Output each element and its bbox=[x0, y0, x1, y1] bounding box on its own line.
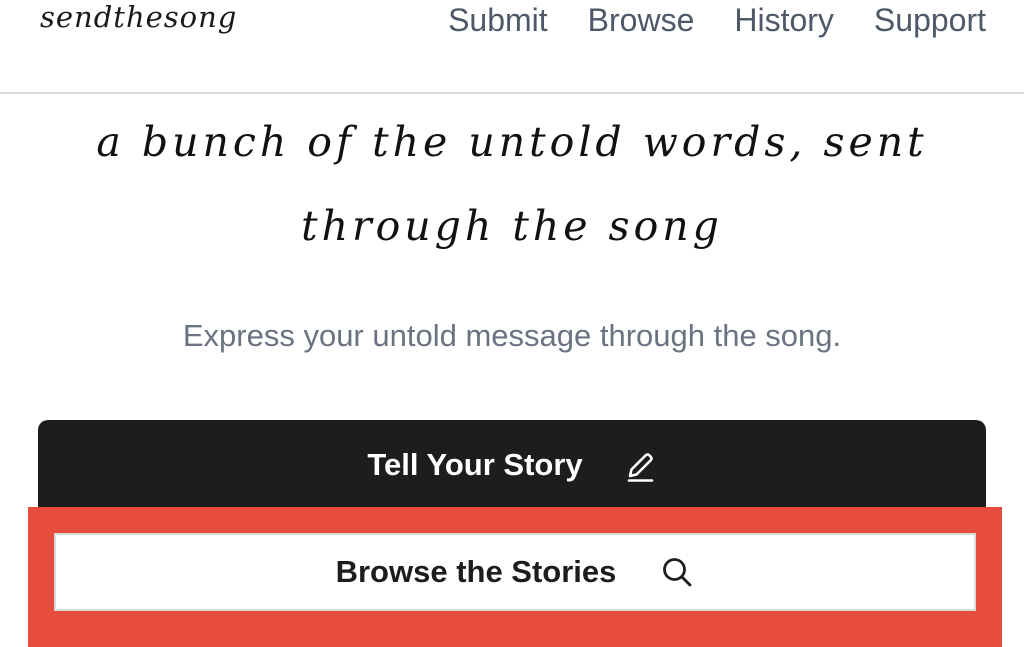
browse-stories-label: Browse the Stories bbox=[335, 554, 617, 589]
tell-your-story-button[interactable]: Tell Your Story bbox=[38, 420, 986, 516]
nav-link-history[interactable]: History bbox=[734, 2, 834, 39]
tell-your-story-label: Tell Your Story bbox=[367, 447, 583, 482]
tagline-line-2: through the song bbox=[301, 202, 723, 250]
nav-link-support[interactable]: Support bbox=[874, 2, 986, 39]
main-nav: Submit Browse History Support bbox=[448, 2, 986, 39]
tagline-line-1: a bunch of the untold words, sent bbox=[96, 118, 928, 166]
hero-subtitle: Express your untold message through the … bbox=[182, 318, 842, 353]
site-logo[interactable]: sendthesong bbox=[40, 0, 237, 34]
nav-link-browse[interactable]: Browse bbox=[588, 2, 695, 39]
pencil-icon bbox=[627, 453, 653, 482]
hero-tagline: a bunch of the untold words, sent throug… bbox=[0, 100, 1024, 268]
search-icon bbox=[663, 558, 692, 587]
browse-stories-button[interactable]: Browse the Stories bbox=[54, 533, 976, 611]
site-header: sendthesong Submit Browse History Suppor… bbox=[0, 0, 1024, 94]
nav-link-submit[interactable]: Submit bbox=[448, 2, 548, 39]
